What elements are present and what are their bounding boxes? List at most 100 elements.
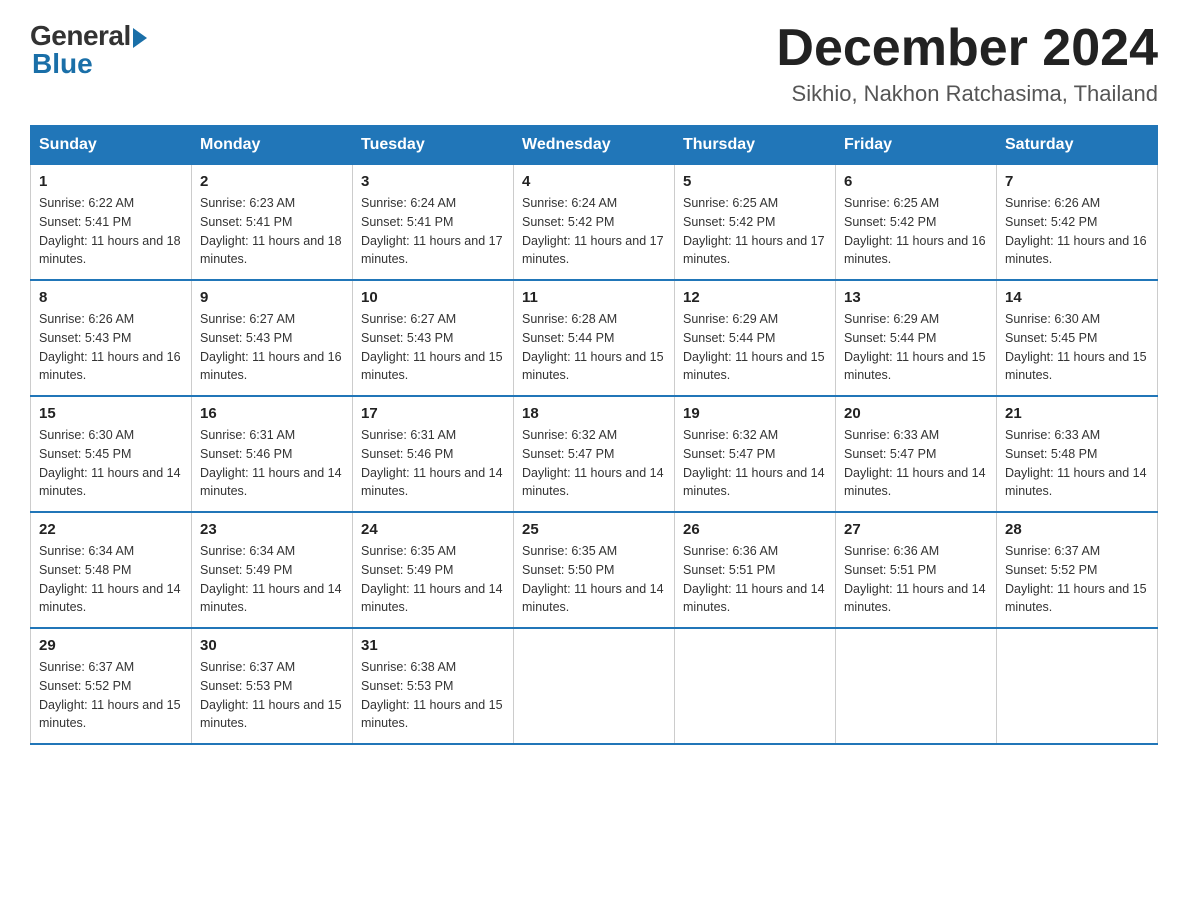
weekday-header-row: SundayMondayTuesdayWednesdayThursdayFrid… — [31, 126, 1158, 165]
day-detail: Sunrise: 6:30 AMSunset: 5:45 PMDaylight:… — [1005, 312, 1147, 382]
day-detail: Sunrise: 6:37 AMSunset: 5:53 PMDaylight:… — [200, 660, 342, 730]
weekday-header-saturday: Saturday — [997, 126, 1158, 165]
calendar-cell: 13 Sunrise: 6:29 AMSunset: 5:44 PMDaylig… — [836, 280, 997, 396]
day-detail: Sunrise: 6:34 AMSunset: 5:49 PMDaylight:… — [200, 544, 342, 614]
day-number: 15 — [39, 405, 183, 422]
day-detail: Sunrise: 6:31 AMSunset: 5:46 PMDaylight:… — [361, 428, 503, 498]
day-detail: Sunrise: 6:23 AMSunset: 5:41 PMDaylight:… — [200, 196, 342, 266]
day-number: 3 — [361, 173, 505, 190]
day-number: 26 — [683, 521, 827, 538]
day-detail: Sunrise: 6:25 AMSunset: 5:42 PMDaylight:… — [844, 196, 986, 266]
location-title: Sikhio, Nakhon Ratchasima, Thailand — [776, 81, 1158, 107]
weekday-header-sunday: Sunday — [31, 126, 192, 165]
day-detail: Sunrise: 6:32 AMSunset: 5:47 PMDaylight:… — [683, 428, 825, 498]
day-number: 28 — [1005, 521, 1149, 538]
day-detail: Sunrise: 6:32 AMSunset: 5:47 PMDaylight:… — [522, 428, 664, 498]
logo-arrow-icon — [133, 28, 147, 48]
title-section: December 2024 Sikhio, Nakhon Ratchasima,… — [776, 20, 1158, 107]
day-number: 27 — [844, 521, 988, 538]
day-number: 22 — [39, 521, 183, 538]
day-number: 24 — [361, 521, 505, 538]
calendar-header: SundayMondayTuesdayWednesdayThursdayFrid… — [31, 126, 1158, 165]
weekday-header-friday: Friday — [836, 126, 997, 165]
logo: General Blue — [30, 20, 147, 80]
calendar-week-row: 8 Sunrise: 6:26 AMSunset: 5:43 PMDayligh… — [31, 280, 1158, 396]
calendar-cell: 1 Sunrise: 6:22 AMSunset: 5:41 PMDayligh… — [31, 165, 192, 281]
day-detail: Sunrise: 6:24 AMSunset: 5:41 PMDaylight:… — [361, 196, 503, 266]
day-number: 2 — [200, 173, 344, 190]
calendar-cell: 23 Sunrise: 6:34 AMSunset: 5:49 PMDaylig… — [192, 512, 353, 628]
day-number: 23 — [200, 521, 344, 538]
day-number: 4 — [522, 173, 666, 190]
day-detail: Sunrise: 6:30 AMSunset: 5:45 PMDaylight:… — [39, 428, 181, 498]
day-number: 20 — [844, 405, 988, 422]
calendar-cell: 11 Sunrise: 6:28 AMSunset: 5:44 PMDaylig… — [514, 280, 675, 396]
day-number: 29 — [39, 637, 183, 654]
day-number: 30 — [200, 637, 344, 654]
calendar-cell: 22 Sunrise: 6:34 AMSunset: 5:48 PMDaylig… — [31, 512, 192, 628]
calendar-week-row: 15 Sunrise: 6:30 AMSunset: 5:45 PMDaylig… — [31, 396, 1158, 512]
day-number: 25 — [522, 521, 666, 538]
day-detail: Sunrise: 6:26 AMSunset: 5:43 PMDaylight:… — [39, 312, 181, 382]
calendar-cell: 17 Sunrise: 6:31 AMSunset: 5:46 PMDaylig… — [353, 396, 514, 512]
calendar-cell: 28 Sunrise: 6:37 AMSunset: 5:52 PMDaylig… — [997, 512, 1158, 628]
day-number: 1 — [39, 173, 183, 190]
day-number: 8 — [39, 289, 183, 306]
calendar-cell: 20 Sunrise: 6:33 AMSunset: 5:47 PMDaylig… — [836, 396, 997, 512]
day-number: 11 — [522, 289, 666, 306]
calendar-cell: 18 Sunrise: 6:32 AMSunset: 5:47 PMDaylig… — [514, 396, 675, 512]
day-detail: Sunrise: 6:26 AMSunset: 5:42 PMDaylight:… — [1005, 196, 1147, 266]
calendar-cell: 27 Sunrise: 6:36 AMSunset: 5:51 PMDaylig… — [836, 512, 997, 628]
calendar-cell — [514, 628, 675, 744]
day-number: 19 — [683, 405, 827, 422]
day-detail: Sunrise: 6:34 AMSunset: 5:48 PMDaylight:… — [39, 544, 181, 614]
calendar-week-row: 1 Sunrise: 6:22 AMSunset: 5:41 PMDayligh… — [31, 165, 1158, 281]
day-detail: Sunrise: 6:27 AMSunset: 5:43 PMDaylight:… — [361, 312, 503, 382]
day-detail: Sunrise: 6:36 AMSunset: 5:51 PMDaylight:… — [683, 544, 825, 614]
day-detail: Sunrise: 6:29 AMSunset: 5:44 PMDaylight:… — [844, 312, 986, 382]
day-detail: Sunrise: 6:24 AMSunset: 5:42 PMDaylight:… — [522, 196, 664, 266]
day-number: 10 — [361, 289, 505, 306]
calendar-cell: 25 Sunrise: 6:35 AMSunset: 5:50 PMDaylig… — [514, 512, 675, 628]
day-detail: Sunrise: 6:31 AMSunset: 5:46 PMDaylight:… — [200, 428, 342, 498]
day-number: 6 — [844, 173, 988, 190]
calendar-cell: 6 Sunrise: 6:25 AMSunset: 5:42 PMDayligh… — [836, 165, 997, 281]
calendar-cell: 30 Sunrise: 6:37 AMSunset: 5:53 PMDaylig… — [192, 628, 353, 744]
calendar-cell: 29 Sunrise: 6:37 AMSunset: 5:52 PMDaylig… — [31, 628, 192, 744]
weekday-header-tuesday: Tuesday — [353, 126, 514, 165]
calendar-cell: 5 Sunrise: 6:25 AMSunset: 5:42 PMDayligh… — [675, 165, 836, 281]
day-detail: Sunrise: 6:28 AMSunset: 5:44 PMDaylight:… — [522, 312, 664, 382]
page-header: General Blue December 2024 Sikhio, Nakho… — [30, 20, 1158, 107]
weekday-header-thursday: Thursday — [675, 126, 836, 165]
calendar-cell: 16 Sunrise: 6:31 AMSunset: 5:46 PMDaylig… — [192, 396, 353, 512]
calendar-week-row: 29 Sunrise: 6:37 AMSunset: 5:52 PMDaylig… — [31, 628, 1158, 744]
calendar-cell: 9 Sunrise: 6:27 AMSunset: 5:43 PMDayligh… — [192, 280, 353, 396]
calendar-cell: 26 Sunrise: 6:36 AMSunset: 5:51 PMDaylig… — [675, 512, 836, 628]
calendar-cell: 8 Sunrise: 6:26 AMSunset: 5:43 PMDayligh… — [31, 280, 192, 396]
calendar-cell: 2 Sunrise: 6:23 AMSunset: 5:41 PMDayligh… — [192, 165, 353, 281]
calendar-cell — [836, 628, 997, 744]
day-detail: Sunrise: 6:33 AMSunset: 5:47 PMDaylight:… — [844, 428, 986, 498]
day-detail: Sunrise: 6:37 AMSunset: 5:52 PMDaylight:… — [1005, 544, 1147, 614]
day-detail: Sunrise: 6:38 AMSunset: 5:53 PMDaylight:… — [361, 660, 503, 730]
calendar-table: SundayMondayTuesdayWednesdayThursdayFrid… — [30, 125, 1158, 745]
month-title: December 2024 — [776, 20, 1158, 77]
day-detail: Sunrise: 6:33 AMSunset: 5:48 PMDaylight:… — [1005, 428, 1147, 498]
day-number: 18 — [522, 405, 666, 422]
day-detail: Sunrise: 6:35 AMSunset: 5:50 PMDaylight:… — [522, 544, 664, 614]
calendar-cell: 12 Sunrise: 6:29 AMSunset: 5:44 PMDaylig… — [675, 280, 836, 396]
day-number: 12 — [683, 289, 827, 306]
calendar-cell: 31 Sunrise: 6:38 AMSunset: 5:53 PMDaylig… — [353, 628, 514, 744]
day-detail: Sunrise: 6:36 AMSunset: 5:51 PMDaylight:… — [844, 544, 986, 614]
calendar-week-row: 22 Sunrise: 6:34 AMSunset: 5:48 PMDaylig… — [31, 512, 1158, 628]
day-number: 17 — [361, 405, 505, 422]
day-detail: Sunrise: 6:22 AMSunset: 5:41 PMDaylight:… — [39, 196, 181, 266]
day-number: 16 — [200, 405, 344, 422]
day-number: 7 — [1005, 173, 1149, 190]
day-number: 13 — [844, 289, 988, 306]
day-number: 21 — [1005, 405, 1149, 422]
day-number: 5 — [683, 173, 827, 190]
calendar-body: 1 Sunrise: 6:22 AMSunset: 5:41 PMDayligh… — [31, 165, 1158, 745]
calendar-cell: 24 Sunrise: 6:35 AMSunset: 5:49 PMDaylig… — [353, 512, 514, 628]
day-detail: Sunrise: 6:37 AMSunset: 5:52 PMDaylight:… — [39, 660, 181, 730]
